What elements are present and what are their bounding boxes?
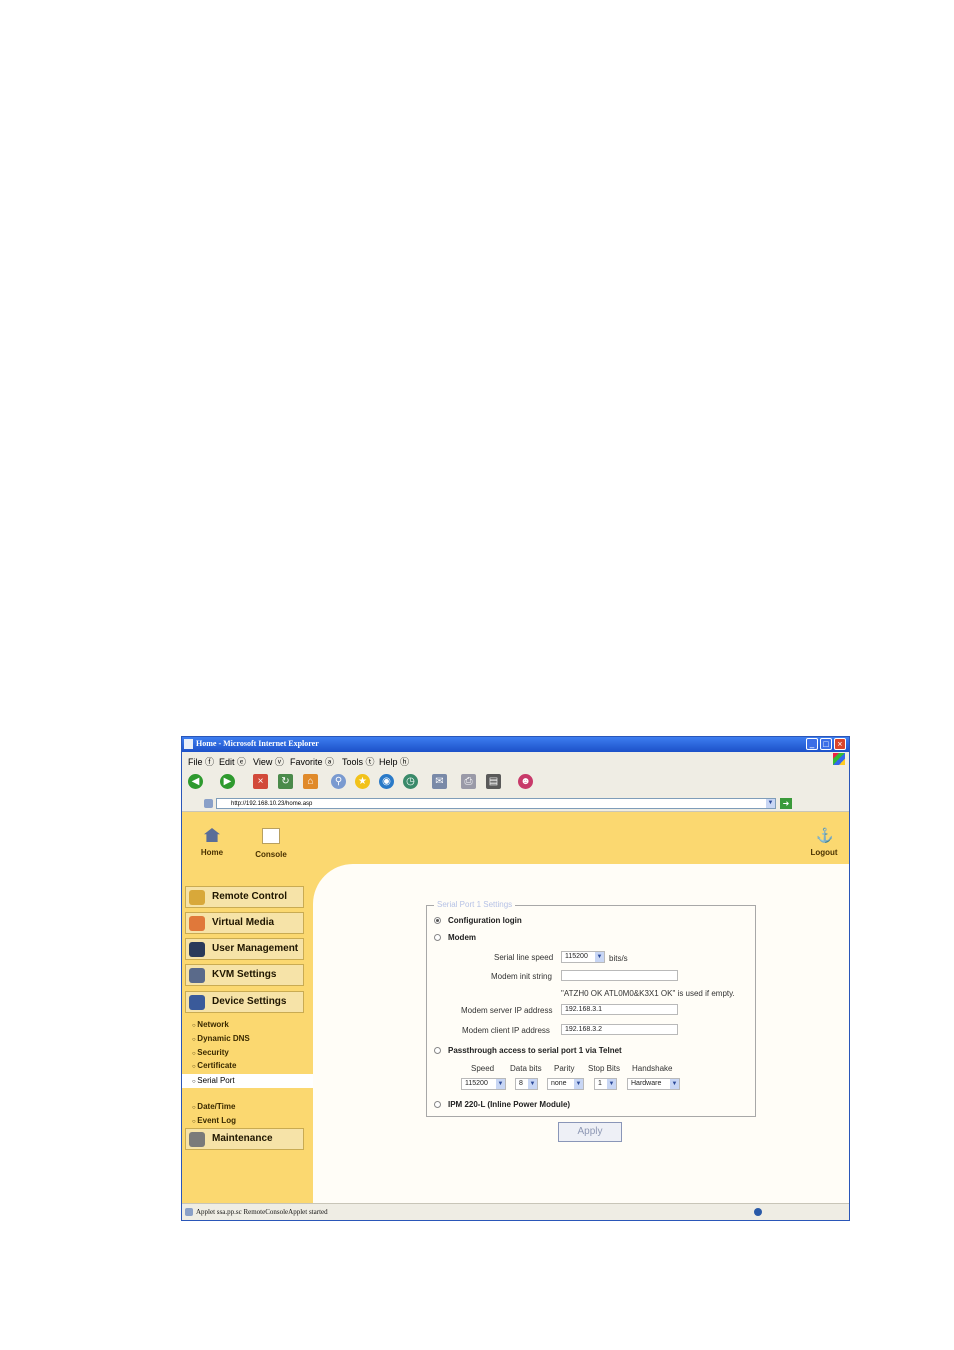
- label-modem-init-string: Modem init string: [491, 972, 552, 981]
- sidebar-remote-control[interactable]: Remote Control: [185, 886, 304, 908]
- home-toolbar-icon[interactable]: ⌂: [303, 774, 318, 789]
- favorites-star-icon[interactable]: ★: [355, 774, 370, 789]
- label-ipm: IPM 220-L (Inline Power Module): [448, 1100, 571, 1109]
- fieldset-legend: Serial Port 1 Settings: [434, 900, 516, 909]
- status-page-icon: [185, 1208, 193, 1216]
- windows-logo-icon: [833, 753, 845, 765]
- user-management-icon: [189, 942, 205, 957]
- col-handshake: Handshake: [632, 1064, 673, 1073]
- chevron-down-icon: ▼: [574, 1079, 583, 1089]
- sidebar-sub-dynamic-dns[interactable]: Dynamic DNS: [192, 1034, 249, 1043]
- minimize-icon[interactable]: _: [806, 738, 818, 750]
- ie-page-icon: [184, 739, 193, 749]
- history-icon[interactable]: ◷: [403, 774, 418, 789]
- label-modem-client-ip: Modem client IP address: [462, 1026, 550, 1035]
- browser-window: Home - Microsoft Internet Explorer _ □ ×…: [181, 736, 850, 1221]
- print-icon[interactable]: ⎙: [461, 774, 476, 789]
- maintenance-tools-icon: [189, 1132, 205, 1147]
- kvm-settings-icon: [189, 968, 205, 983]
- parity-select[interactable]: none ▼: [547, 1078, 584, 1090]
- chevron-down-icon: ▼: [607, 1079, 616, 1089]
- radio-passthrough[interactable]: [434, 1047, 441, 1054]
- radio-configuration-login[interactable]: [434, 917, 441, 924]
- stop-bits-select[interactable]: 1 ▼: [594, 1078, 617, 1090]
- chevron-down-icon: ▼: [670, 1079, 679, 1089]
- label-passthrough: Passthrough access to serial port 1 via …: [448, 1046, 622, 1055]
- device-settings-icon: [189, 995, 205, 1010]
- back-icon[interactable]: ◀: [188, 774, 203, 789]
- label-serial-line-speed: Serial line speed: [494, 953, 554, 962]
- sidebar-sub-serial-port[interactable]: Serial Port: [182, 1074, 313, 1088]
- console-nav[interactable]: Console: [252, 828, 290, 859]
- sidebar-kvm-settings[interactable]: KVM Settings: [185, 964, 304, 986]
- sidebar-sub-security[interactable]: Security: [192, 1048, 229, 1057]
- page-header: Home Console ⚓ Logout: [182, 812, 849, 864]
- forward-icon[interactable]: ▶: [220, 774, 235, 789]
- search-icon[interactable]: ⚲: [331, 774, 346, 789]
- speed-select[interactable]: 115200 ▼: [461, 1078, 506, 1090]
- toolbar: ◀ ▶ × ↻ ⌂ ⚲ ★ ◉ ◷ ✉ ⎙ ▤ ☻: [182, 767, 849, 798]
- chevron-down-icon: ▼: [528, 1079, 537, 1089]
- home-label: Home: [200, 848, 224, 857]
- sidebar: Remote Control Virtual Media User Manage…: [182, 864, 313, 1203]
- menu-bar: File ⓕ Edit ⓔ View ⓥ Favorite ⓐ Tools ⓣ …: [182, 752, 849, 767]
- console-icon: [262, 828, 280, 844]
- address-bar: http://192.168.10.23/home.asp ▼ ➜: [182, 797, 849, 812]
- col-data-bits: Data bits: [510, 1064, 542, 1073]
- page-address-icon: [204, 799, 213, 808]
- media-icon[interactable]: ◉: [379, 774, 394, 789]
- col-parity: Parity: [554, 1064, 575, 1073]
- internet-zone-icon: [754, 1208, 762, 1216]
- label-modem-server-ip: Modem server IP address: [461, 1006, 553, 1015]
- radio-modem[interactable]: [434, 934, 441, 941]
- edit-page-icon[interactable]: ▤: [486, 774, 501, 789]
- radio-ipm[interactable]: [434, 1101, 441, 1108]
- refresh-icon[interactable]: ↻: [278, 774, 293, 789]
- modem-server-ip-input[interactable]: 192.168.3.1: [561, 1004, 678, 1015]
- sidebar-sub-network[interactable]: Network: [192, 1020, 229, 1029]
- modem-init-string-input[interactable]: [561, 970, 678, 981]
- sidebar-device-settings[interactable]: Device Settings: [185, 991, 304, 1013]
- logout-icon: ⚓: [816, 827, 834, 843]
- sidebar-sub-certificate[interactable]: Certificate: [192, 1061, 236, 1070]
- status-bar: Applet ssa.pp.sc RemoteConsoleApplet sta…: [182, 1203, 849, 1220]
- close-icon[interactable]: ×: [834, 738, 846, 750]
- label-configuration-login: Configuration login: [448, 916, 522, 925]
- logout-label: Logout: [810, 848, 838, 857]
- messenger-icon[interactable]: ☻: [518, 774, 533, 789]
- sidebar-sub-event-log[interactable]: Event Log: [192, 1116, 236, 1125]
- window-title: Home - Microsoft Internet Explorer: [196, 739, 319, 748]
- chevron-down-icon: ▼: [496, 1079, 505, 1089]
- remote-control-icon: [189, 890, 205, 905]
- mail-icon[interactable]: ✉: [432, 774, 447, 789]
- content-corner: [313, 864, 393, 944]
- modem-init-note: "ATZH0 OK ATL0M0&K3X1 OK" is used if emp…: [561, 989, 735, 998]
- home-nav[interactable]: Home: [198, 828, 226, 857]
- stop-icon[interactable]: ×: [253, 774, 268, 789]
- maximize-icon[interactable]: □: [820, 738, 832, 750]
- sidebar-user-management[interactable]: User Management: [185, 938, 304, 960]
- home-icon: [204, 828, 220, 842]
- sidebar-sub-date-time[interactable]: Date/Time: [192, 1102, 235, 1111]
- sidebar-virtual-media[interactable]: Virtual Media: [185, 912, 304, 934]
- apply-button[interactable]: Apply: [558, 1122, 622, 1142]
- virtual-media-icon: [189, 916, 205, 931]
- status-text: Applet ssa.pp.sc RemoteConsoleApplet sta…: [196, 1208, 328, 1216]
- col-stop-bits: Stop Bits: [588, 1064, 621, 1073]
- address-input[interactable]: http://192.168.10.23/home.asp: [216, 798, 776, 809]
- console-label: Console: [255, 850, 287, 859]
- address-dropdown-icon[interactable]: ▼: [766, 799, 775, 808]
- modem-client-ip-input[interactable]: 192.168.3.2: [561, 1024, 678, 1035]
- sidebar-maintenance[interactable]: Maintenance: [185, 1128, 304, 1150]
- chevron-down-icon: ▼: [595, 952, 604, 962]
- data-bits-select[interactable]: 8 ▼: [515, 1078, 538, 1090]
- col-speed: Speed: [471, 1064, 495, 1073]
- logout-nav[interactable]: ⚓ Logout: [807, 828, 841, 857]
- label-bits-per-second: bits/s: [609, 954, 628, 963]
- go-arrow-icon[interactable]: ➜: [780, 798, 792, 809]
- title-bar: Home - Microsoft Internet Explorer _ □ ×: [182, 737, 849, 752]
- serial-line-speed-select[interactable]: 115200 ▼: [561, 951, 605, 963]
- label-modem: Modem: [448, 933, 476, 942]
- handshake-select[interactable]: Hardware ▼: [627, 1078, 680, 1090]
